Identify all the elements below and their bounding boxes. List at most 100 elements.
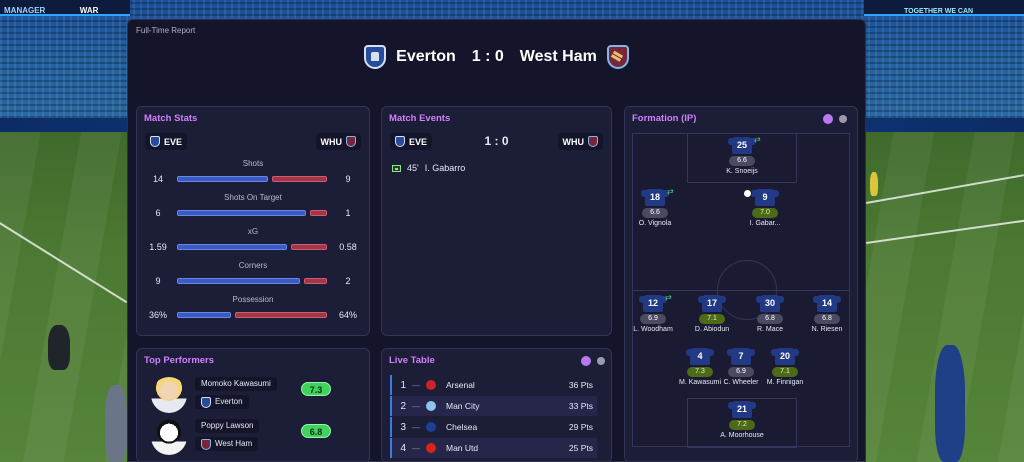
club-name: Man City [446,401,480,411]
stat-away-bar [291,244,327,250]
coach-figure [48,325,70,370]
table-row[interactable]: 3 — Chelsea 29 Pts [390,417,597,437]
away-team-short: WHU [320,136,343,147]
stat-label: Shots [242,159,264,168]
live-table-card[interactable]: Live Table 1 — Arsenal 36 Pts 2 — Man City 33 P… [381,348,612,461]
formation-card[interactable]: Formation (IP) 25 6.6 K. Snoeijs ⇄ 18 6.6 O. V… [624,106,858,461]
club-crest-icon [426,380,436,390]
page-dot-icon[interactable] [839,115,847,123]
stat-home-value: 6 [155,208,161,218]
player-rating: 6.8 [814,314,840,324]
match-stats-card[interactable]: Match Stats EVE WHU Shots 14 9 Shots On Tar… [136,106,370,336]
stat-away-value: 2 [345,276,351,286]
performer-name-box: Poppy Lawson [195,419,260,433]
stat-home-value: 36% [148,310,167,320]
performer-team-box: West Ham [195,437,259,451]
player-rating: 7.1 [772,367,798,377]
formation-player[interactable]: 30 6.8 R. Mace [740,295,800,333]
goal-ball-icon [743,189,752,198]
stat-away-value: 9 [345,174,351,184]
table-row[interactable]: 4 — Man Utd 25 Pts [390,438,597,458]
performer-rating: 7.3 [301,382,331,396]
top-performers-card[interactable]: Top Performers Momoko Kawasumi Everton 7… [136,348,370,461]
player-shirt-number: 14 [813,295,841,312]
position-trend: — [412,422,420,432]
ad-board-left: MANAGER WAR [0,0,130,16]
event-row[interactable]: 45' I. Gabarro [392,163,465,173]
stat-label: Possession [232,295,274,304]
stat-away-bar [304,278,327,284]
formation-player[interactable]: 9 7.0 I. Gabar... [735,189,795,227]
table-position: 4 [400,442,406,454]
card-title: Live Table [389,355,435,366]
goal-icon [392,164,401,172]
everton-crest-icon [201,396,211,408]
substitution-icon: ⇄ [754,135,761,144]
pitch-line [866,174,1024,204]
avatar [151,377,187,413]
stat-away-bar [235,312,327,318]
player-name: O. Vignola [638,220,672,227]
everton-crest-icon [150,136,160,147]
player-shirt-number: 21 [728,401,756,418]
home-team-name: Everton [396,48,456,65]
table-row[interactable]: 2 — Man City 33 Pts [390,396,597,416]
away-team-chip: WHU [557,133,603,150]
performer-name: Poppy Lawson [201,421,254,430]
player-rating: 6.9 [728,367,754,377]
stat-label: xG [247,227,259,236]
player-name: L. Woodham [633,326,673,333]
page-dot-active-icon[interactable] [581,356,591,366]
player-shirt-number: 9 [751,189,779,206]
stat-home-value: 9 [155,276,161,286]
player-rating: 7.0 [752,208,778,218]
player-name: K. Snoeijs [726,168,758,175]
stat-label: Shots On Target [224,193,282,202]
formation-player[interactable]: 20 7.1 M. Finnigan [755,348,815,386]
celebrating-player-figure [935,345,965,462]
west-ham-crest-icon [346,136,356,147]
everton-crest-icon [364,45,387,69]
formation-player[interactable]: 25 6.6 K. Snoeijs ⇄ [712,135,772,175]
stat-home-bar [177,312,231,318]
player-rating: 6.6 [642,208,668,218]
club-crest-icon [426,422,436,432]
final-score: 1 : 0 [471,48,504,65]
stat-away-bar [310,210,327,216]
player-shirt-number: 12 [639,295,667,312]
performer-row[interactable]: Momoko Kawasumi Everton 7.3 [145,375,350,413]
table-position: 1 [400,379,406,391]
formation-player[interactable]: 12 6.9 L. Woodham ⇄ [625,293,683,333]
formation-player[interactable]: 21 7.2 A. Moorhouse [712,401,772,439]
table-position: 2 [400,400,406,412]
page-dot-icon[interactable] [597,357,605,365]
substitution-icon: ⇄ [665,293,672,302]
player-rating: 7.1 [699,314,725,324]
position-trend: — [412,380,420,390]
player-rating: 6.8 [757,314,783,324]
avatar [151,419,187,455]
player-shirt-number: 4 [686,348,714,365]
player-rating: 7.3 [687,367,713,377]
performer-team: Everton [215,397,243,406]
club-points: 36 Pts [568,380,593,390]
stat-home-bar [177,176,268,182]
card-title: Match Stats [144,113,198,124]
card-title: Top Performers [144,355,215,366]
formation-pitch [632,133,850,448]
club-points: 29 Pts [568,422,593,432]
performer-row[interactable]: Poppy Lawson West Ham 6.8 [145,417,350,455]
formation-player[interactable]: 17 7.1 D. Abiodun [682,295,742,333]
stat-away-value: 64% [338,310,357,320]
player-shirt-number: 18 [641,189,669,206]
formation-player[interactable]: 14 6.8 N. Riesen [797,295,857,333]
match-events-card[interactable]: Match Events EVE 1 : 0 WHU 45' I. Gabarr… [381,106,612,336]
formation-player[interactable]: 18 6.6 O. Vignola ⇄ [625,187,685,227]
club-name: Chelsea [446,422,478,432]
home-team-short: EVE [164,136,183,147]
table-row[interactable]: 1 — Arsenal 36 Pts [390,375,597,395]
page-dot-active-icon[interactable] [823,114,833,124]
away-team-chip: WHU [315,133,361,150]
club-name: Arsenal [446,380,475,390]
performer-team: West Ham [215,439,253,448]
